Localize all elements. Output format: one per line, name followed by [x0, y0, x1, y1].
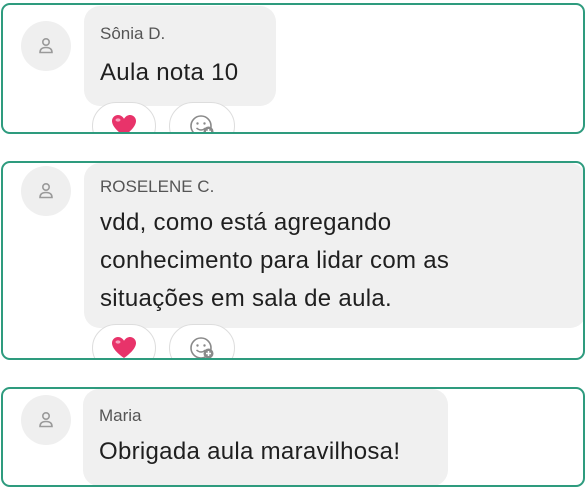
add-reaction-icon: [190, 337, 214, 358]
user-icon: [39, 411, 53, 428]
comment-text: situações em sala de aula.: [100, 285, 392, 312]
comment-text: conhecimento para lidar com as: [100, 247, 450, 274]
avatar[interactable]: [21, 21, 71, 71]
user-icon: [39, 182, 53, 199]
comment-text: Aula nota 10: [100, 59, 239, 86]
reaction-heart-button[interactable]: [92, 324, 156, 358]
user-icon: [39, 37, 53, 54]
avatar[interactable]: [21, 166, 71, 216]
avatar[interactable]: [21, 395, 71, 445]
reaction-heart-button[interactable]: [92, 102, 156, 132]
add-reaction-icon: [190, 115, 214, 132]
comment-card: Sônia D. Aula nota 10: [1, 3, 585, 134]
comment-bubble: Sônia D. Aula nota 10: [84, 6, 276, 106]
add-reaction-button[interactable]: [169, 102, 235, 132]
comment-bubble: ROSELENE C. vdd, como está agregando con…: [84, 163, 583, 328]
comment-card: Maria Obrigada aula maravilhosa!: [1, 387, 585, 487]
heart-emoji-icon: [112, 337, 136, 358]
comment-author[interactable]: Maria: [99, 406, 430, 426]
heart-emoji-icon: [112, 115, 136, 132]
comment-author[interactable]: Sônia D.: [100, 24, 258, 44]
add-reaction-button[interactable]: [169, 324, 235, 358]
comment-card: ROSELENE C. vdd, como está agregando con…: [1, 161, 585, 360]
comment-bubble: Maria Obrigada aula maravilhosa!: [83, 389, 448, 485]
comment-text: vdd, como está agregando: [100, 209, 392, 236]
comment-text: Obrigada aula maravilhosa!: [99, 438, 401, 465]
comment-author[interactable]: ROSELENE C.: [100, 177, 568, 197]
